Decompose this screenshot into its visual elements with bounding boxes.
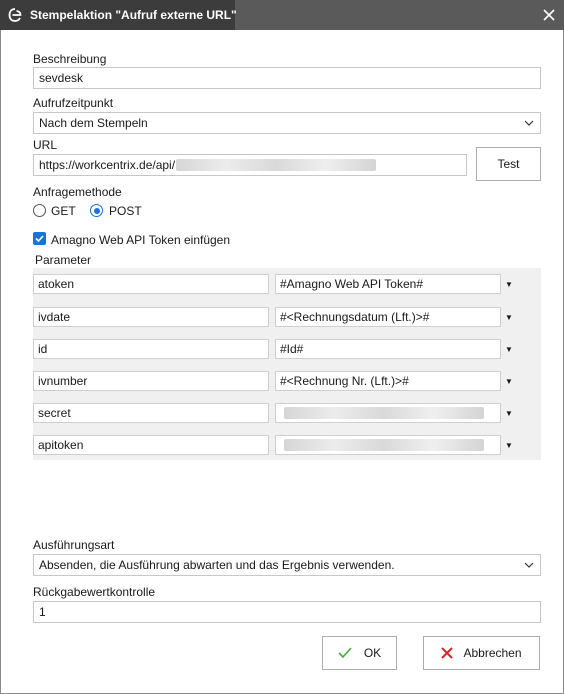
rueckgabe-input[interactable]: 1 (33, 601, 541, 623)
param-value: #<Rechnung Nr. (Lft.)># (280, 374, 409, 388)
parameter-table: atoken #Amagno Web API Token# ▼ ivdate #… (33, 268, 541, 460)
radio-post-label: POST (109, 204, 142, 218)
param-value-field[interactable] (275, 403, 501, 423)
param-name-field[interactable]: id (33, 339, 269, 359)
parameter-label: Parameter (35, 253, 92, 267)
window-title: Stempelaktion "Aufruf externe URL" (30, 8, 237, 22)
chevron-down-icon (524, 562, 534, 568)
param-name-field[interactable]: atoken (33, 274, 269, 294)
param-value: #<Rechnungsdatum (Lft.)># (280, 310, 430, 324)
param-name-field[interactable]: ivnumber (33, 371, 269, 391)
token-checkbox-label: Amagno Web API Token einfügen (51, 233, 231, 247)
triangle-down-icon: ▼ (505, 408, 513, 418)
ausfuehrungsart-label: Ausführungsart (33, 538, 115, 552)
param-name: id (38, 342, 48, 356)
param-value: #Amagno Web API Token# (280, 277, 423, 291)
token-checkbox[interactable] (33, 232, 46, 245)
rueckgabe-label: Rückgabewertkontrolle (33, 585, 156, 599)
close-button[interactable] (534, 0, 564, 30)
param-name-field[interactable]: ivdate (33, 307, 269, 327)
param-dropdown-button[interactable]: ▼ (503, 339, 515, 359)
param-name-field[interactable]: secret (33, 403, 269, 423)
triangle-down-icon: ▼ (505, 344, 513, 354)
cancel-button[interactable]: Abbrechen (423, 636, 540, 670)
aufrufzeitpunkt-label: Aufrufzeitpunkt (33, 96, 114, 110)
url-value: https://workcentrix.de/api/ (39, 158, 176, 172)
test-button[interactable]: Test (476, 147, 541, 181)
url-input[interactable]: https://workcentrix.de/api/ (33, 154, 467, 176)
param-name: atoken (38, 277, 75, 291)
param-dropdown-button[interactable]: ▼ (503, 274, 515, 294)
beschreibung-value: sevdesk (39, 71, 84, 85)
param-value-field[interactable] (275, 435, 501, 455)
chevron-down-icon (524, 120, 534, 126)
param-value-redacted (284, 407, 484, 419)
cancel-button-label: Abbrechen (463, 646, 522, 660)
triangle-down-icon: ▼ (505, 312, 513, 322)
aufrufzeitpunkt-value: Nach dem Stempeln (39, 116, 148, 130)
cross-icon (441, 647, 454, 659)
url-redacted-part (176, 159, 376, 171)
param-value-redacted (284, 439, 484, 451)
param-dropdown-button[interactable]: ▼ (503, 435, 515, 455)
radio-post[interactable] (90, 204, 103, 217)
param-name: ivnumber (38, 374, 88, 388)
param-value: #Id# (280, 342, 304, 356)
triangle-down-icon: ▼ (505, 440, 513, 450)
url-label: URL (33, 138, 58, 152)
triangle-down-icon: ▼ (505, 279, 513, 289)
anfragemethode-label: Anfragemethode (33, 185, 122, 199)
radio-get[interactable] (33, 204, 46, 217)
rueckgabe-value: 1 (39, 605, 46, 619)
param-value-field[interactable]: #<Rechnung Nr. (Lft.)># (275, 371, 501, 391)
close-icon (543, 9, 555, 21)
app-logo-icon (8, 8, 22, 22)
param-value-field[interactable]: #Id# (275, 339, 501, 359)
param-name: apitoken (38, 438, 84, 452)
param-value-field[interactable]: #Amagno Web API Token# (275, 274, 501, 294)
ok-button[interactable]: OK (322, 636, 397, 670)
param-value-field[interactable]: #<Rechnungsdatum (Lft.)># (275, 307, 501, 327)
param-dropdown-button[interactable]: ▼ (503, 307, 515, 327)
ausfuehrungsart-select[interactable]: Absenden, die Ausführung abwarten und da… (33, 554, 541, 576)
beschreibung-label: Beschreibung (33, 52, 107, 66)
checkmark-icon (338, 647, 352, 659)
aufrufzeitpunkt-select[interactable]: Nach dem Stempeln (33, 112, 541, 134)
param-dropdown-button[interactable]: ▼ (503, 371, 515, 391)
param-name: secret (38, 406, 71, 420)
ausfuehrungsart-value: Absenden, die Ausführung abwarten und da… (39, 558, 395, 572)
ok-button-label: OK (363, 646, 382, 660)
beschreibung-input[interactable]: sevdesk (33, 67, 541, 89)
param-name-field[interactable]: apitoken (33, 435, 269, 455)
test-button-label: Test (497, 157, 520, 171)
checkmark-icon (35, 235, 44, 243)
radio-get-label: GET (51, 204, 76, 218)
param-name: ivdate (38, 310, 71, 324)
title-bar: Stempelaktion "Aufruf externe URL" (0, 0, 564, 30)
triangle-down-icon: ▼ (505, 376, 513, 386)
param-dropdown-button[interactable]: ▼ (503, 403, 515, 423)
